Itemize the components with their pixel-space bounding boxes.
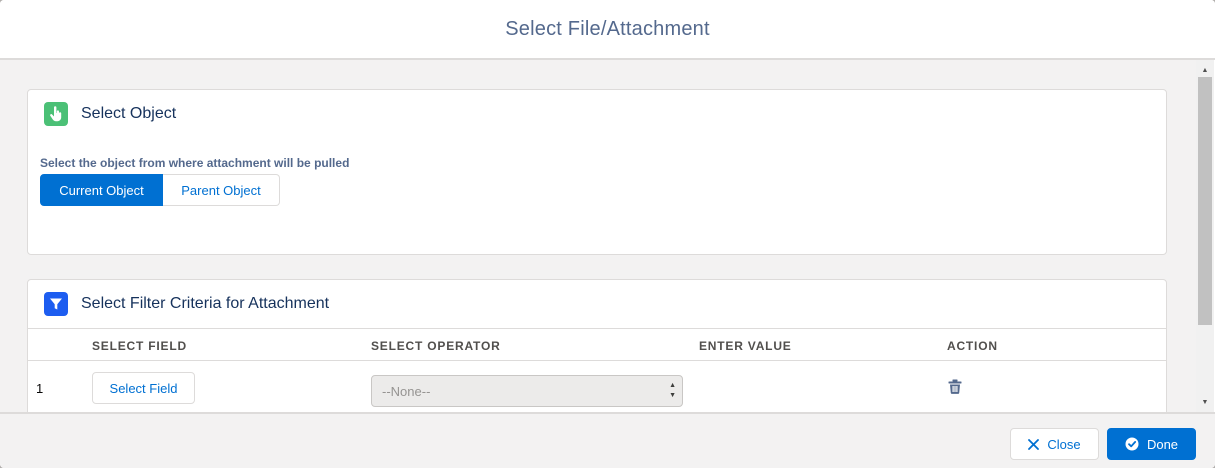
trash-icon[interactable] (948, 379, 962, 399)
close-button-label: Close (1047, 436, 1081, 452)
close-button[interactable]: Close (1010, 428, 1099, 460)
filter-table-header: SELECT FIELD SELECT OPERATOR ENTER VALUE… (28, 328, 1166, 361)
done-button-label: Done (1146, 436, 1179, 452)
select-field-button[interactable]: Select Field (92, 372, 195, 404)
table-row: 1 Select Field --None-- ▲ ▼ (28, 361, 1166, 412)
current-object-button[interactable]: Current Object (40, 174, 163, 206)
scroll-thumb[interactable] (1198, 77, 1212, 325)
object-toggle-group: Current Object Parent Object (40, 174, 280, 206)
select-object-card: Select Object Select the object from whe… (27, 89, 1167, 255)
check-circle-icon (1125, 437, 1139, 451)
operator-select-value: --None-- (382, 383, 431, 399)
select-arrows-icon: ▲ ▼ (669, 382, 676, 399)
modal-footer: Close Done (0, 412, 1215, 468)
modal-body[interactable]: Select Object Select the object from whe… (0, 60, 1196, 412)
filter-criteria-title: Select Filter Criteria for Attachment (81, 295, 330, 312)
operator-select[interactable]: --None-- ▲ ▼ (371, 375, 683, 407)
column-header-select-operator: SELECT OPERATOR (371, 339, 501, 353)
modal-header: Select File/Attachment (0, 0, 1215, 60)
filter-criteria-header: Select Filter Criteria for Attachment (28, 280, 1166, 316)
column-header-enter-value: ENTER VALUE (699, 339, 792, 353)
column-header-action: ACTION (947, 339, 998, 353)
select-object-header: Select Object (28, 90, 1166, 126)
close-icon (1028, 438, 1040, 450)
select-object-help-text: Select the object from where attachment … (40, 156, 350, 170)
modal-title: Select File/Attachment (505, 17, 710, 40)
select-object-title: Select Object (81, 105, 177, 122)
filter-table: SELECT FIELD SELECT OPERATOR ENTER VALUE… (28, 328, 1166, 412)
scroll-up-icon[interactable]: ▲ (1196, 62, 1214, 78)
filter-criteria-card: Select Filter Criteria for Attachment SE… (27, 279, 1167, 412)
filter-icon (44, 292, 68, 316)
row-number: 1 (36, 381, 44, 396)
column-header-select-field: SELECT FIELD (92, 339, 187, 353)
done-button[interactable]: Done (1107, 428, 1196, 460)
vertical-scrollbar[interactable]: ▲ ▼ (1196, 60, 1214, 412)
parent-object-button[interactable]: Parent Object (163, 174, 280, 206)
select-file-attachment-modal: Select File/Attachment Select Object Sel… (0, 0, 1215, 468)
scroll-down-icon[interactable]: ▼ (1196, 394, 1214, 410)
hand-pointer-icon (44, 102, 68, 126)
